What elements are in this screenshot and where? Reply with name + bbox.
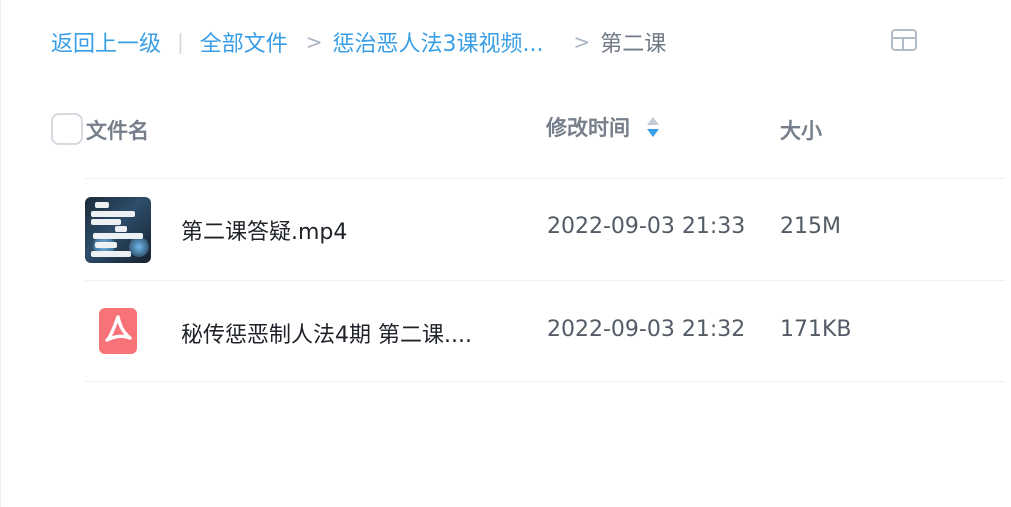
column-name-header: 文件名 (86, 119, 149, 143)
breadcrumb-parent-folder[interactable]: 惩治恶人法3课视频... (333, 26, 544, 58)
breadcrumb-divider: | (177, 30, 184, 54)
sort-icon[interactable] (646, 115, 660, 139)
file-size: 215M (780, 214, 841, 239)
file-name[interactable]: 秘传惩恶制人法4期 第二课.... (181, 317, 472, 349)
chevron-right-icon: > (573, 30, 591, 54)
column-mtime-header[interactable]: 修改时间 (546, 112, 660, 142)
table-header: 文件名 修改时间 大小 (1, 108, 1011, 148)
file-size: 171KB (780, 317, 852, 342)
column-size-header: 大小 (780, 119, 822, 143)
file-mtime: 2022-09-03 21:32 (547, 317, 746, 342)
video-thumbnail (85, 197, 151, 263)
select-all-checkbox[interactable] (51, 113, 83, 145)
file-mtime: 2022-09-03 21:33 (547, 214, 746, 239)
column-mtime-label: 修改时间 (546, 116, 630, 140)
chevron-right-icon: > (305, 30, 323, 54)
back-link[interactable]: 返回上一级 (51, 26, 161, 58)
file-row[interactable]: 第二课答疑.mp4 2022-09-03 21:33 215M (85, 179, 1005, 279)
breadcrumb-current-folder: 第二课 (600, 32, 667, 57)
breadcrumb-all-files[interactable]: 全部文件 (200, 26, 288, 58)
file-name[interactable]: 第二课答疑.mp4 (181, 214, 347, 246)
file-browser: 返回上一级 | 全部文件 > 惩治恶人法3课视频... > 第二课 文件名 修改… (0, 0, 1011, 507)
divider (85, 381, 1005, 382)
pdf-icon (85, 298, 151, 364)
breadcrumb: 返回上一级 | 全部文件 > 惩治恶人法3课视频... > 第二课 (51, 26, 666, 58)
file-row[interactable]: 秘传惩恶制人法4期 第二课.... 2022-09-03 21:32 171KB (85, 281, 1005, 381)
grid-view-icon[interactable] (890, 28, 918, 52)
